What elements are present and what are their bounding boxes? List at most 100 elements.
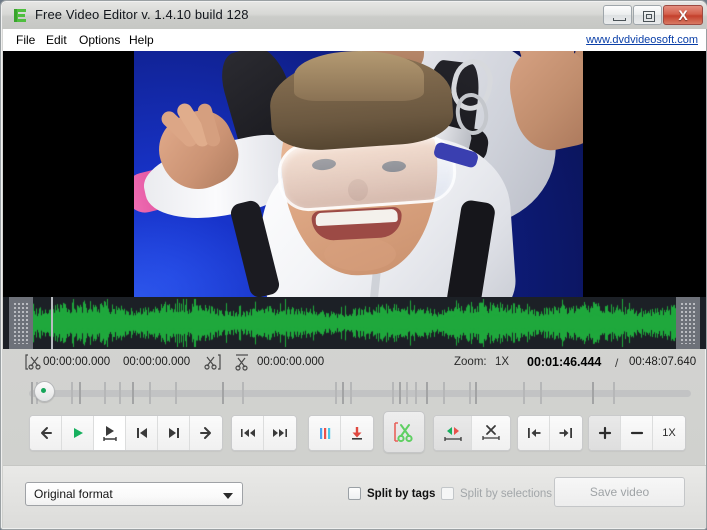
menu-item-help[interactable]: Help (124, 32, 159, 48)
split-by-tags-checkbox[interactable]: Split by tags (348, 487, 435, 500)
arrow-left-icon (38, 425, 54, 441)
save-video-label: Save video (590, 485, 649, 499)
drag-handle-icon (680, 302, 696, 344)
timeline-tick (222, 382, 224, 404)
three-bars-color-icon (317, 425, 333, 441)
jump-to-end-icon (557, 425, 575, 441)
timeline-tick (119, 382, 121, 404)
audio-waveform[interactable] (3, 297, 706, 349)
add-tag-button[interactable] (309, 416, 341, 450)
timeline-tick (132, 382, 134, 404)
next-marker-button[interactable] (158, 416, 190, 450)
time-separator: / (615, 356, 618, 370)
timeline-tick (335, 382, 337, 404)
scissors-total-icon (233, 353, 251, 371)
zoom-in-button[interactable] (589, 416, 621, 450)
waveform-handle-right[interactable] (676, 297, 700, 349)
jump-start-button[interactable] (518, 416, 550, 450)
play-button[interactable] (62, 416, 94, 450)
output-format-select[interactable]: Original format (25, 482, 243, 506)
jumper-teeth (315, 209, 398, 226)
timeline-tick (426, 382, 428, 404)
waveform-canvas[interactable] (33, 297, 676, 349)
clear-selection-button[interactable] (472, 416, 510, 450)
timeline-tick (104, 382, 106, 404)
current-time: 00:01:46.444 (527, 355, 601, 369)
video-preview[interactable] (3, 51, 706, 297)
timeline-tick (342, 382, 344, 404)
timeline-thumb[interactable] (34, 381, 55, 402)
timeline-tick (242, 382, 244, 404)
arrow-right-icon (198, 425, 214, 441)
timeline-tick (613, 382, 615, 404)
play-range-icon (101, 424, 119, 442)
menu-item-file[interactable]: File (11, 32, 40, 48)
total-time: 00:48:07.640 (629, 356, 696, 368)
jump-end-button[interactable] (550, 416, 582, 450)
cut-button[interactable] (383, 411, 425, 453)
play-selection-button[interactable] (94, 416, 126, 450)
menu-item-edit[interactable]: Edit (41, 32, 72, 48)
jumper-hair-highlight (294, 51, 424, 101)
zoom-reset-button[interactable]: 1X (653, 416, 685, 450)
chevron-down-icon (223, 493, 233, 499)
seek-group (231, 415, 297, 451)
step-back-button[interactable] (30, 416, 62, 450)
drag-handle-icon (13, 302, 29, 344)
playhead-cursor-icon[interactable] (51, 297, 53, 349)
save-video-button[interactable]: Save video (554, 477, 685, 507)
invert-selection-button[interactable] (434, 416, 472, 450)
timeline-tick (350, 382, 352, 404)
waveform-handle-left[interactable] (9, 297, 33, 349)
step-forward-button[interactable] (190, 416, 222, 450)
previous-marker-button[interactable] (126, 416, 158, 450)
scissors-bracket-right-icon (203, 353, 221, 371)
video-frame-image (134, 51, 583, 297)
timeline-tick (392, 382, 394, 404)
fast-forward-button[interactable] (264, 416, 296, 450)
window-title: Free Video Editor v. 1.4.10 build 128 (35, 7, 249, 22)
play-triangle-icon (70, 425, 86, 441)
jumper-chin (324, 237, 396, 271)
toolbar: 1X (3, 409, 706, 465)
selection-group (433, 415, 511, 451)
playback-group (29, 415, 223, 451)
scissors-green-icon (391, 419, 417, 445)
timeline-slider[interactable] (3, 377, 706, 409)
delete-selection-icon (480, 423, 502, 443)
plus-icon (597, 425, 613, 441)
timeline-tick (415, 382, 417, 404)
checkbox-box (441, 487, 454, 500)
mark-in-time: 00:00:00.000 (43, 356, 110, 368)
maximize-button[interactable] (633, 5, 662, 25)
skip-next-icon (166, 425, 182, 441)
bottom-bar: Original format Split by tags Split by s… (3, 465, 706, 528)
marker-group (308, 415, 374, 451)
zoom-group: 1X (588, 415, 686, 451)
skip-previous-icon (134, 425, 150, 441)
timeline-tick (31, 382, 33, 404)
minimize-button[interactable] (603, 5, 632, 25)
selection-total-time: 00:00:00.000 (257, 356, 324, 368)
timeline-tick (523, 382, 525, 404)
zoom-out-button[interactable] (621, 416, 653, 450)
minus-icon (629, 425, 645, 441)
zoom-label: Zoom: (454, 356, 487, 368)
timeline-tick (443, 382, 445, 404)
rewind-button[interactable] (232, 416, 264, 450)
timeline-tick (71, 382, 73, 404)
timeline-tick (149, 382, 151, 404)
split-by-selections-checkbox: Split by selections (441, 487, 552, 500)
insert-marker-button[interactable] (341, 416, 373, 450)
menu-item-options[interactable]: Options (74, 32, 125, 48)
menu-bar: File Edit Options Help www.dvdvideosoft.… (3, 29, 706, 51)
timeline-tick (592, 382, 594, 404)
close-button[interactable]: X (663, 5, 703, 25)
checkbox-box (348, 487, 361, 500)
maximize-restore-icon (643, 11, 655, 22)
title-bar: Free Video Editor v. 1.4.10 build 128 X (2, 2, 707, 29)
timeline-tick (540, 382, 542, 404)
timeline-tick (399, 382, 401, 404)
jump-group (517, 415, 583, 451)
website-link[interactable]: www.dvdvideosoft.com (586, 32, 698, 48)
